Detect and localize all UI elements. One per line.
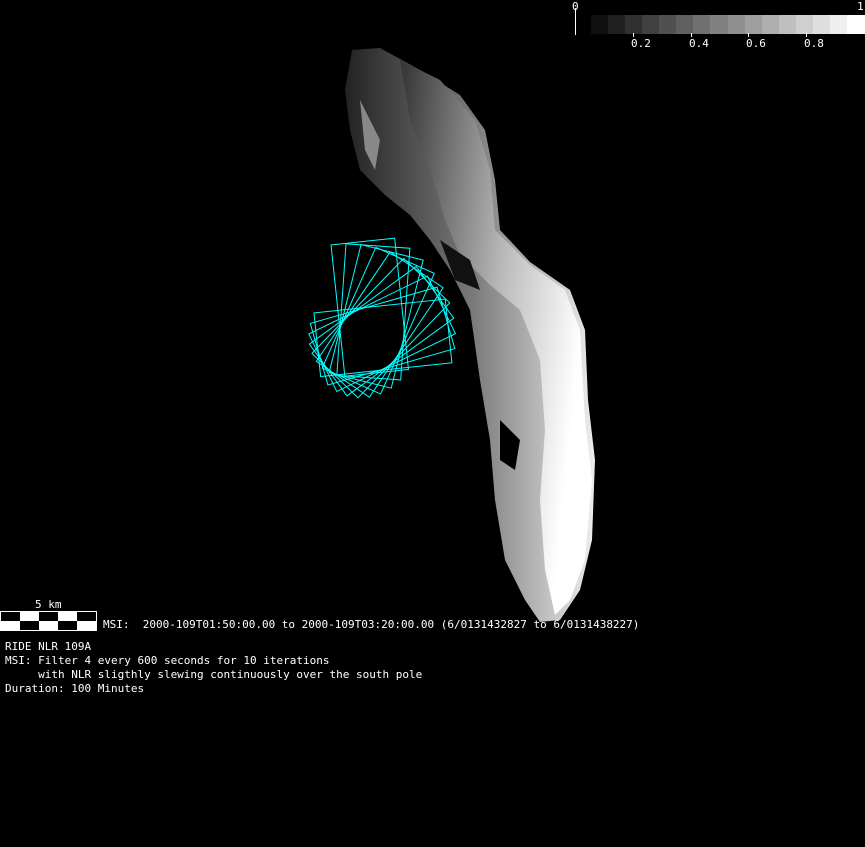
scale-bar-segment — [58, 621, 77, 630]
colorbar-cell — [591, 15, 609, 34]
colorbar-cell — [676, 15, 695, 34]
colorbar-cell — [795, 15, 814, 34]
time-range-text: MSI: 2000-109T01:50:00.00 to 2000-109T03… — [103, 618, 640, 631]
colorbar-tick-label: 0.8 — [804, 37, 824, 50]
colorbar-cell — [846, 15, 865, 34]
colorbar-cell — [778, 15, 797, 34]
colorbar-cell — [608, 15, 627, 34]
colorbar-cell — [812, 15, 831, 34]
colorbar-cell — [659, 15, 678, 34]
colorbar-cell — [625, 15, 644, 34]
scale-bar-segment — [1, 612, 20, 621]
colorbar-tick-label: 0.6 — [746, 37, 766, 50]
colorbar-tick-label: 0.4 — [689, 37, 709, 50]
scale-bar-label: 5 km — [35, 598, 62, 611]
colorbar-cell — [693, 15, 712, 34]
asteroid-scene — [0, 48, 595, 631]
scale-bar — [0, 611, 97, 631]
scale-bar-segment — [77, 612, 96, 621]
notes: RIDE NLR 109A MSI: Filter 4 every 600 se… — [5, 640, 422, 696]
colorbar-cell — [761, 15, 780, 34]
msi-footprints — [308, 237, 457, 399]
colorbar-tick-label: 0.2 — [631, 37, 651, 50]
colorbar-cell — [642, 15, 661, 34]
colorbar-cell — [710, 15, 729, 34]
footprint-rect — [313, 298, 453, 378]
note-line: RIDE NLR 109A — [5, 640, 92, 653]
footprint-rect — [336, 243, 411, 381]
colorbar-max-label: 1 — [857, 0, 864, 13]
note-line: with NLR sligthly slewing continuously o… — [5, 668, 423, 681]
scale-bar-segment — [39, 612, 58, 621]
colorbar-cell — [829, 15, 848, 34]
scale-bar-segment — [20, 621, 39, 630]
colorbar-cell — [744, 15, 763, 34]
colorbar-cell — [727, 15, 746, 34]
note-line: MSI: Filter 4 every 600 seconds for 10 i… — [5, 654, 330, 667]
note-line: Duration: 100 Minutes — [5, 682, 145, 695]
asteroid-shape — [345, 48, 595, 622]
colorbar-min-label: 0 — [572, 0, 579, 13]
